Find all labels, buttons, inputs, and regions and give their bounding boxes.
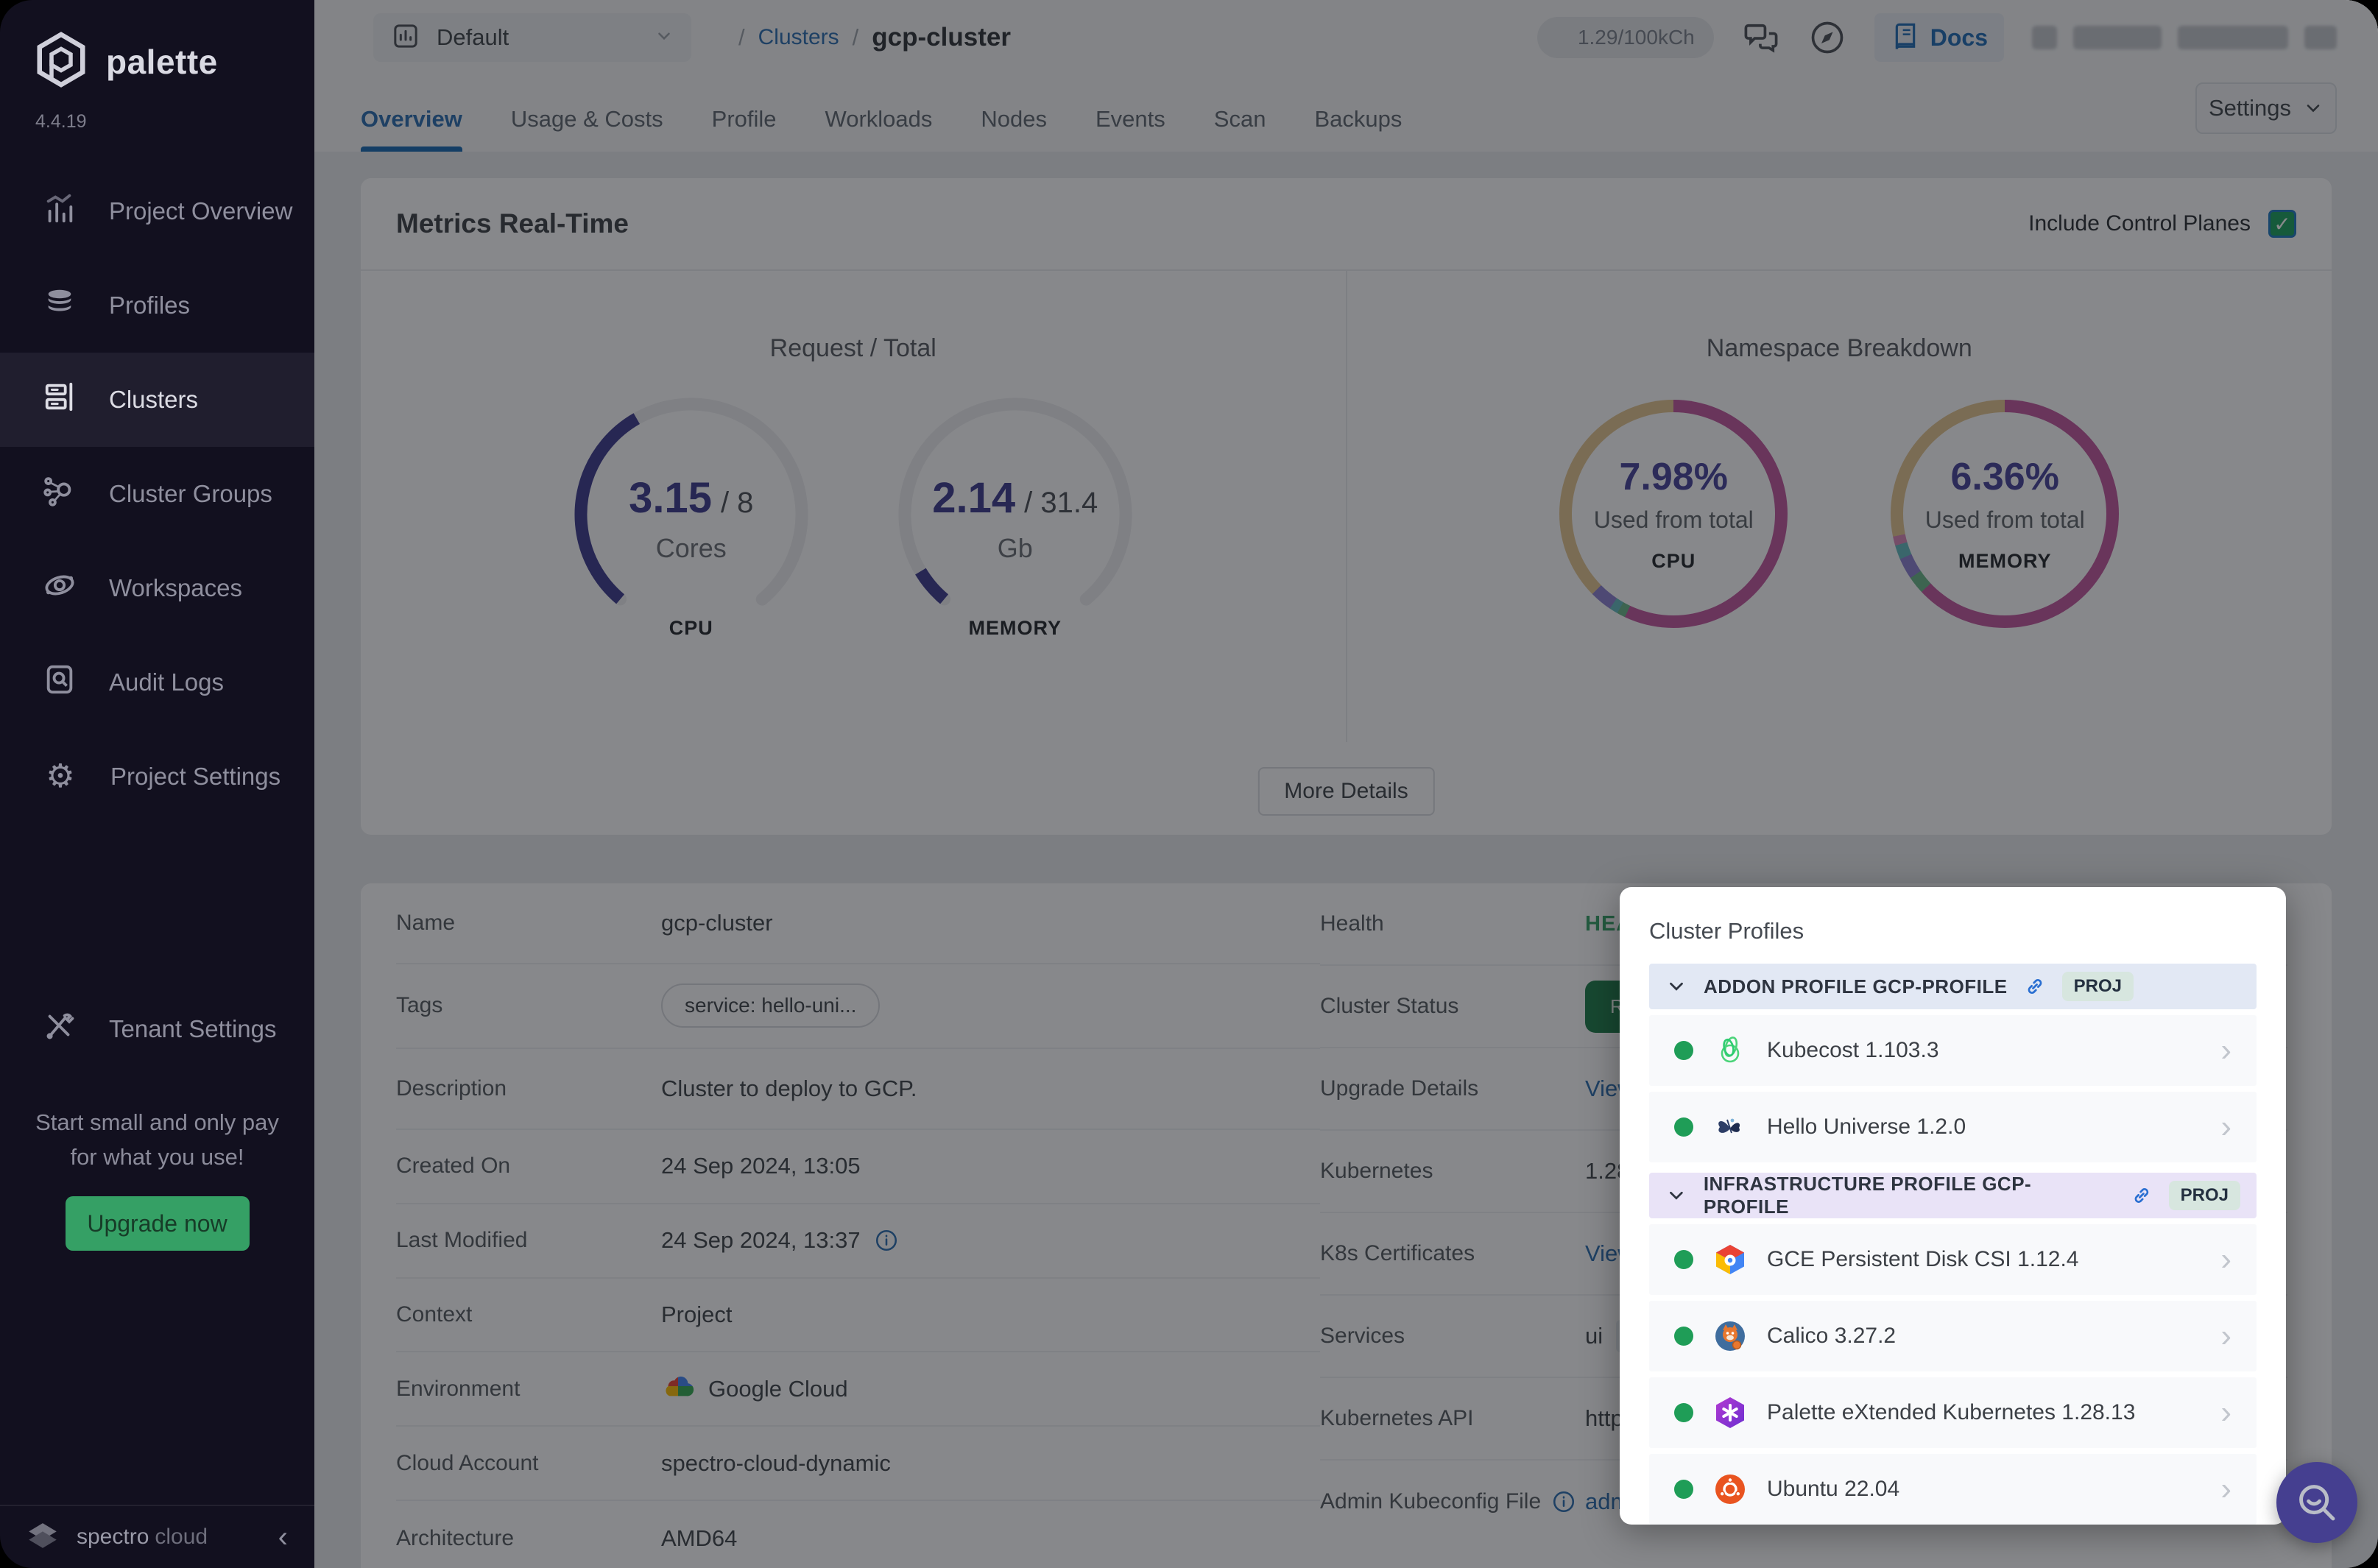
server-rows-icon xyxy=(43,380,77,420)
layer-name: Kubecost 1.103.3 xyxy=(1767,1038,1939,1062)
layer-name: Ubuntu 22.04 xyxy=(1767,1477,1900,1501)
app-version: 4.4.19 xyxy=(35,111,87,132)
sidebar-item-label: Cluster Groups xyxy=(109,480,272,507)
sidebar-item-label: Audit Logs xyxy=(109,668,224,696)
infrastructure-profile-section-header[interactable]: INFRASTRUCTURE PROFILE GCP-PROFILE PROJ xyxy=(1649,1173,2257,1218)
link-icon xyxy=(2134,1188,2149,1203)
app-window: palette 4.4.19 Project Overview Profiles… xyxy=(0,0,2378,1568)
status-dot xyxy=(1674,1041,1693,1060)
brand-primary: spectro xyxy=(77,1525,149,1549)
hello-universe-icon xyxy=(1712,1109,1748,1145)
sidebar-item-tenant-settings[interactable]: Tenant Settings xyxy=(0,982,314,1076)
layer-name: Hello Universe 1.2.0 xyxy=(1767,1115,1966,1139)
addon-profile-title: ADDON PROFILE GCP-PROFILE xyxy=(1704,975,2008,997)
ubuntu-icon xyxy=(1712,1472,1748,1507)
chevron-right-icon: › xyxy=(2220,1241,2231,1277)
chevron-down-icon xyxy=(1670,982,1683,991)
tools-icon xyxy=(43,1009,77,1049)
chevron-right-icon: › xyxy=(2220,1032,2231,1068)
sidebar-item-audit-logs[interactable]: Audit Logs xyxy=(0,635,314,730)
assistant-search-fab[interactable] xyxy=(2276,1462,2357,1543)
layer-name: Calico 3.27.2 xyxy=(1767,1324,1897,1348)
search-smile-icon xyxy=(2299,1485,2335,1521)
sidebar-item-project-settings[interactable]: ⚙ Project Settings xyxy=(0,730,314,824)
kubecost-icon xyxy=(1712,1033,1748,1068)
proj-scope-badge: PROJ xyxy=(2168,1181,2240,1210)
sidebar-item-workspaces[interactable]: Workspaces xyxy=(0,541,314,635)
profile-layer-gce-disk[interactable]: GCE Persistent Disk CSI 1.12.4 › xyxy=(1649,1224,2257,1295)
layers-icon xyxy=(43,286,77,325)
chevron-down-icon xyxy=(1670,1191,1683,1200)
sidebar-item-label: Tenant Settings xyxy=(109,1015,277,1042)
chevron-right-icon: › xyxy=(2220,1109,2231,1145)
status-dot xyxy=(1674,1327,1693,1346)
sidebar: palette 4.4.19 Project Overview Profiles… xyxy=(0,0,314,1568)
sidebar-item-profiles[interactable]: Profiles xyxy=(0,258,314,353)
status-dot xyxy=(1674,1480,1693,1499)
sidebar-menu: Project Overview Profiles Clusters Clust… xyxy=(0,164,314,1076)
sidebar-item-label: Workspaces xyxy=(109,574,242,601)
profile-layer-ubuntu[interactable]: Ubuntu 22.04 › xyxy=(1649,1454,2257,1525)
orbit-icon xyxy=(43,568,77,608)
layer-name: Palette eXtended Kubernetes 1.28.13 xyxy=(1767,1400,2136,1424)
chevron-right-icon: › xyxy=(2220,1394,2231,1430)
sidebar-item-label: Profiles xyxy=(109,292,191,319)
promo-line-2: for what you use! xyxy=(70,1143,244,1170)
bar-chart-icon xyxy=(43,191,77,231)
spectro-cloud-logo-icon xyxy=(21,1514,65,1561)
sidebar-item-label: Project Settings xyxy=(110,763,281,790)
upgrade-promo: Start small and only pay for what you us… xyxy=(0,1106,314,1174)
profile-layer-hello-universe[interactable]: Hello Universe 1.2.0 › xyxy=(1649,1092,2257,1162)
gce-persistent-disk-icon xyxy=(1712,1242,1748,1277)
sidebar-item-clusters[interactable]: Clusters xyxy=(0,353,314,447)
status-dot xyxy=(1674,1250,1693,1269)
upgrade-now-button[interactable]: Upgrade now xyxy=(65,1196,250,1251)
link-icon xyxy=(2028,979,2042,994)
logo-text: palette xyxy=(106,42,218,81)
gear-icon: ⚙ xyxy=(46,758,75,794)
doc-search-icon xyxy=(43,663,77,702)
addon-profile-section-header[interactable]: ADDON PROFILE GCP-PROFILE PROJ xyxy=(1649,964,2257,1009)
chevron-right-icon: › xyxy=(2220,1471,2231,1507)
palette-logo-icon xyxy=(32,31,90,92)
sidebar-item-project-overview[interactable]: Project Overview xyxy=(0,164,314,258)
promo-line-1: Start small and only pay xyxy=(35,1109,279,1135)
brand-secondary: cloud xyxy=(155,1525,208,1549)
sidebar-item-cluster-groups[interactable]: Cluster Groups xyxy=(0,447,314,541)
layer-name: GCE Persistent Disk CSI 1.12.4 xyxy=(1767,1247,2079,1271)
status-dot xyxy=(1674,1403,1693,1422)
sidebar-footer: spectro cloud ‹ xyxy=(0,1505,314,1568)
sidebar-item-label: Clusters xyxy=(109,386,199,413)
cluster-profiles-title: Cluster Profiles xyxy=(1649,918,1804,944)
pxk-icon xyxy=(1712,1395,1748,1430)
logo-block: palette 4.4.19 xyxy=(0,0,314,164)
main-area: Default / Clusters / gcp-cluster 1.29/10… xyxy=(314,0,2378,1568)
proj-scope-badge: PROJ xyxy=(2061,972,2134,1001)
network-icon xyxy=(43,474,77,514)
calico-icon xyxy=(1712,1318,1748,1354)
collapse-sidebar-icon[interactable]: ‹ xyxy=(278,1521,288,1554)
profile-layer-palette-extended-kubernetes[interactable]: Palette eXtended Kubernetes 1.28.13 › xyxy=(1649,1377,2257,1448)
profile-layer-calico[interactable]: Calico 3.27.2 › xyxy=(1649,1301,2257,1371)
profile-layer-kubecost[interactable]: Kubecost 1.103.3 › xyxy=(1649,1015,2257,1086)
chevron-right-icon: › xyxy=(2220,1318,2231,1354)
sidebar-item-label: Project Overview xyxy=(109,197,293,225)
status-dot xyxy=(1674,1117,1693,1137)
infrastructure-profile-title: INFRASTRUCTURE PROFILE GCP-PROFILE xyxy=(1703,1173,2032,1218)
cluster-profiles-panel: Cluster Profiles ADDON PROFILE GCP-PROFI… xyxy=(1620,887,2286,1525)
brand-text: spectro cloud xyxy=(77,1525,208,1550)
